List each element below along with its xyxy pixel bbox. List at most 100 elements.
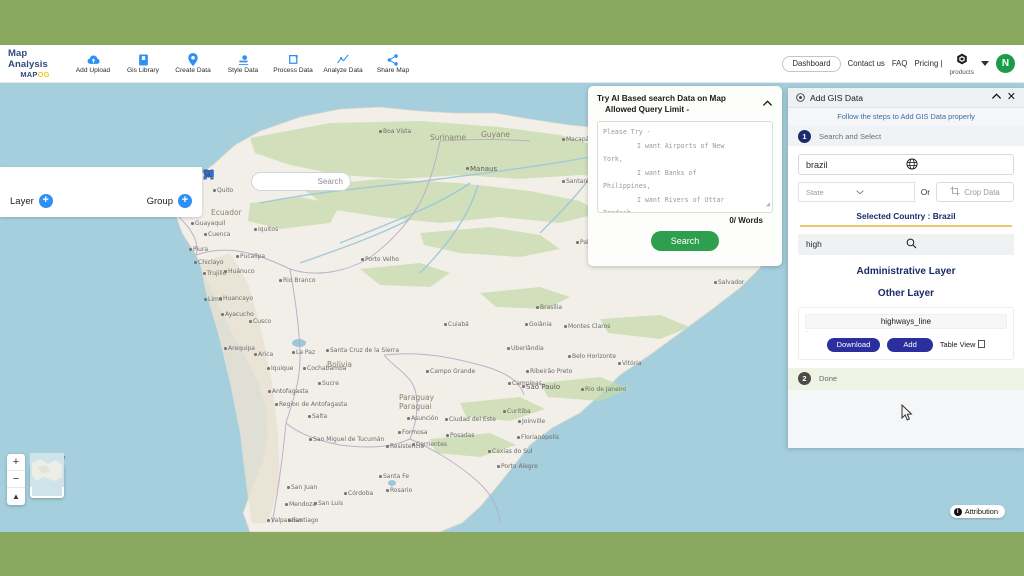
nav-analyze-data[interactable]: Analyze Data	[318, 53, 368, 74]
map-label: Cuenca	[208, 231, 231, 238]
faq-link[interactable]: FAQ	[892, 59, 908, 68]
map-search-input[interactable]: Search	[203, 169, 351, 191]
globe-icon	[906, 158, 1006, 172]
chevron-up-icon[interactable]	[758, 93, 773, 112]
process-gear-icon	[288, 53, 299, 66]
map-label: Suriname	[430, 133, 466, 142]
contact-us-link[interactable]: Contact us	[848, 59, 885, 68]
map-city-dot	[254, 353, 257, 356]
gis-panel-icon	[796, 89, 805, 107]
chevron-down-icon	[856, 188, 906, 197]
download-button[interactable]: Download	[826, 337, 881, 352]
map-label: Guyane	[481, 130, 510, 139]
map-label: Huánuco	[228, 268, 255, 275]
header-right-nav: Dashboard Contact us FAQ Pricing | produ…	[782, 52, 1024, 76]
group-control[interactable]: Group +	[147, 194, 192, 208]
ai-ph-5: Philippines,	[603, 182, 651, 190]
map-city-dot	[189, 248, 192, 251]
products-menu[interactable]: products	[949, 52, 974, 76]
map-city-dot	[326, 349, 329, 352]
map-label: Vitória	[622, 360, 642, 367]
map-city-dot	[568, 355, 571, 358]
map-label: Rio Branco	[283, 277, 316, 284]
add-button[interactable]: Add	[887, 337, 933, 352]
map-city-dot	[497, 465, 500, 468]
compass-icon[interactable]: ▲	[7, 488, 25, 505]
map-city-dot	[398, 431, 401, 434]
close-icon[interactable]: ✕	[1007, 92, 1016, 103]
ai-query-textarea[interactable]: Please Try - I want Airports of New York…	[597, 121, 773, 213]
collapse-icon[interactable]	[991, 92, 1002, 103]
chevron-down-icon[interactable]	[981, 61, 989, 66]
map-label: Rio de Janeiro	[585, 386, 627, 393]
avatar[interactable]: N	[996, 54, 1015, 73]
app-logo[interactable]: Map Analysis MAPOG	[0, 48, 62, 79]
nav-label: Gis Library	[127, 67, 159, 74]
nav-gis-library[interactable]: Gis Library	[118, 53, 168, 74]
attribution-badge[interactable]: i Attribution	[949, 505, 1005, 518]
map-label: Caxias do Sul	[492, 448, 533, 455]
dashboard-button[interactable]: Dashboard	[782, 55, 841, 72]
search-icon	[203, 169, 212, 178]
step-2-number: 2	[798, 372, 811, 385]
nav-label: Create Data	[175, 67, 211, 74]
resize-handle-icon[interactable]: ◢	[766, 198, 770, 212]
table-view-button[interactable]: Table View	[940, 339, 986, 350]
map-label: Mendoza	[289, 501, 316, 508]
map-city-dot	[412, 443, 415, 446]
pricing-link[interactable]: Pricing |	[914, 59, 942, 68]
map-search-placeholder: Search	[317, 177, 343, 186]
crop-data-label: Crop Data	[964, 187, 1000, 197]
ai-ph-3: York,	[603, 155, 623, 163]
layer-control[interactable]: Layer +	[10, 194, 53, 208]
map-city-dot	[444, 323, 447, 326]
nav-label: Style Data	[227, 67, 259, 74]
map-city-dot	[203, 272, 206, 275]
nav-share-map[interactable]: Share Map	[368, 53, 418, 74]
nav-add-upload[interactable]: Add Upload	[68, 53, 118, 74]
map-label: Campinas	[512, 380, 542, 387]
map-label: Arequipa	[228, 345, 255, 352]
layer-label: Layer	[10, 195, 34, 207]
nav-process-data[interactable]: Process Data	[268, 53, 318, 74]
map-city-dot	[525, 323, 528, 326]
map-label: Cusco	[253, 318, 272, 325]
crop-data-button[interactable]: Crop Data	[936, 182, 1014, 202]
mouse-cursor-icon	[901, 404, 913, 421]
map-label: Porto Alegre	[501, 463, 538, 470]
add-group-button[interactable]: +	[178, 194, 192, 208]
layer-item-highways-line[interactable]: highways_line	[805, 313, 1007, 329]
layer-search-input[interactable]: high	[798, 233, 1014, 255]
map-city-dot	[466, 167, 469, 170]
map-city-dot	[204, 298, 207, 301]
map-label: Arica	[258, 351, 274, 358]
selected-country-label: Selected Country : Brazil	[856, 211, 956, 221]
state-select[interactable]: State	[798, 182, 915, 202]
other-layer-section[interactable]: Other Layer	[798, 277, 1014, 299]
add-layer-button[interactable]: +	[38, 194, 53, 208]
map-label: Region de Antofagasta	[279, 401, 348, 408]
map-type-thumbnail[interactable]	[30, 453, 64, 498]
map-label: Manaus	[470, 165, 498, 173]
map-city-dot	[221, 313, 224, 316]
nav-style-data[interactable]: Style Data	[218, 53, 268, 74]
map-label: Santa Cruz de la Sierra	[330, 347, 400, 354]
layer-results-box: highways_line · Download Add Table View	[798, 306, 1014, 360]
ai-search-button[interactable]: Search	[651, 231, 719, 251]
map-label: Chiclayo	[198, 259, 224, 266]
map-label: Pucallpa	[240, 253, 266, 260]
map-city-dot	[518, 420, 521, 423]
nav-create-data[interactable]: Create Data	[168, 53, 218, 74]
nav-label: Share Map	[376, 67, 410, 74]
map-label: Cuiabá	[448, 321, 469, 328]
map-label: Ciudad del Este	[449, 416, 496, 423]
map-city-dot	[576, 241, 579, 244]
gis-panel-title: Add GIS Data	[810, 92, 864, 103]
zoom-out-button[interactable]: −	[7, 471, 25, 488]
map-city-dot	[562, 180, 565, 183]
administrative-layer-section[interactable]: Administrative Layer	[798, 255, 1014, 277]
list-bullet: ·	[806, 327, 809, 335]
country-search-input[interactable]: brazil	[798, 154, 1014, 175]
zoom-in-button[interactable]: +	[7, 454, 25, 471]
zoom-controls: + − ▲	[7, 454, 25, 505]
